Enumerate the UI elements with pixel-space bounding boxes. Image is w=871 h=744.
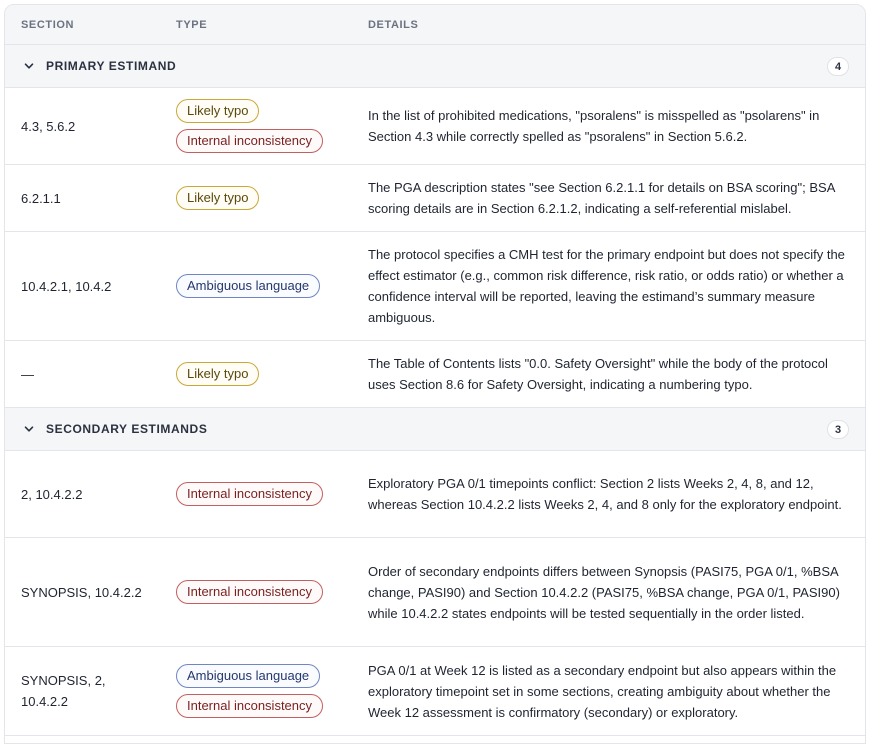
row-details: Exploratory PGA 0/1 timepoints conflict:… [368, 476, 842, 512]
row-types: Ambiguous language Internal inconsistenc… [160, 664, 352, 718]
group-title: PRIMARY ESTIMAND [46, 59, 177, 73]
row-section: 10.4.2.1, 10.4.2 [21, 278, 112, 294]
type-badge: Ambiguous language [176, 274, 321, 298]
row-section: SYNOPSIS, 2, 10.4.2.2 [21, 673, 106, 709]
row-section: 2, 10.4.2.2 [21, 486, 83, 502]
row-details: In the list of prohibited medications, "… [368, 108, 820, 144]
type-badge: Ambiguous language [176, 664, 321, 688]
row-types: Internal inconsistency [160, 482, 352, 506]
row-types: Likely typo [160, 186, 352, 210]
findings-table: SECTION TYPE DETAILS PRIMARY ESTIMAND 4 … [4, 4, 866, 744]
type-badge: Likely typo [176, 99, 260, 123]
row-types: Internal inconsistency [160, 580, 352, 604]
row-details: PGA 0/1 at Week 12 is listed as a second… [368, 662, 837, 720]
group-count-badge: 3 [827, 420, 849, 439]
group-header-secondary-estimands[interactable]: SECONDARY ESTIMANDS 3 [5, 408, 865, 451]
row-section: 6.2.1.1 [21, 190, 61, 206]
table-header: SECTION TYPE DETAILS [5, 5, 865, 45]
row-details: The Table of Contents lists "0.0. Safety… [368, 356, 828, 392]
group-header-primary-estimand[interactable]: PRIMARY ESTIMAND 4 [5, 45, 865, 88]
type-badge: Internal inconsistency [176, 129, 324, 153]
column-header-section[interactable]: SECTION [5, 19, 160, 31]
type-badge: Likely typo [176, 186, 260, 210]
column-header-details[interactable]: DETAILS [352, 19, 865, 31]
table-row[interactable]: 10.4.2.1, 10.4.2 Ambiguous language The … [5, 232, 865, 341]
type-badge: Internal inconsistency [176, 580, 324, 604]
column-header-type[interactable]: TYPE [160, 19, 352, 31]
row-section: — [21, 366, 34, 382]
table-row[interactable]: 6.2.1.1 Likely typo The PGA description … [5, 165, 865, 232]
row-types: Ambiguous language [160, 274, 352, 298]
chevron-down-icon[interactable] [22, 422, 36, 436]
row-details: Order of secondary endpoints differs bet… [368, 563, 840, 621]
row-types: Likely typo Internal inconsistency [160, 99, 352, 153]
row-section: SYNOPSIS, 10.4.2.2 [21, 584, 142, 600]
type-badge: Internal inconsistency [176, 482, 324, 506]
row-details: The protocol specifies a CMH test for th… [368, 247, 845, 325]
group-title: SECONDARY ESTIMANDS [46, 422, 208, 436]
type-badge: Likely typo [176, 362, 260, 386]
table-row[interactable]: SYNOPSIS, 2, 10.4.2.2 Ambiguous language… [5, 647, 865, 736]
table-row[interactable]: 4.3, 5.6.2 Likely typo Internal inconsis… [5, 88, 865, 165]
row-types: Likely typo [160, 362, 352, 386]
chevron-down-icon[interactable] [22, 59, 36, 73]
table-row[interactable]: SYNOPSIS, 10.4.2.2 Internal inconsistenc… [5, 538, 865, 647]
type-badge: Internal inconsistency [176, 694, 324, 718]
table-row[interactable]: 2, 10.4.2.2 Internal inconsistency Explo… [5, 451, 865, 538]
group-count-badge: 4 [827, 57, 849, 76]
table-row[interactable]: — Likely typo The Table of Contents list… [5, 341, 865, 408]
row-details: The PGA description states "see Section … [368, 180, 835, 216]
row-section: 4.3, 5.6.2 [21, 118, 76, 134]
